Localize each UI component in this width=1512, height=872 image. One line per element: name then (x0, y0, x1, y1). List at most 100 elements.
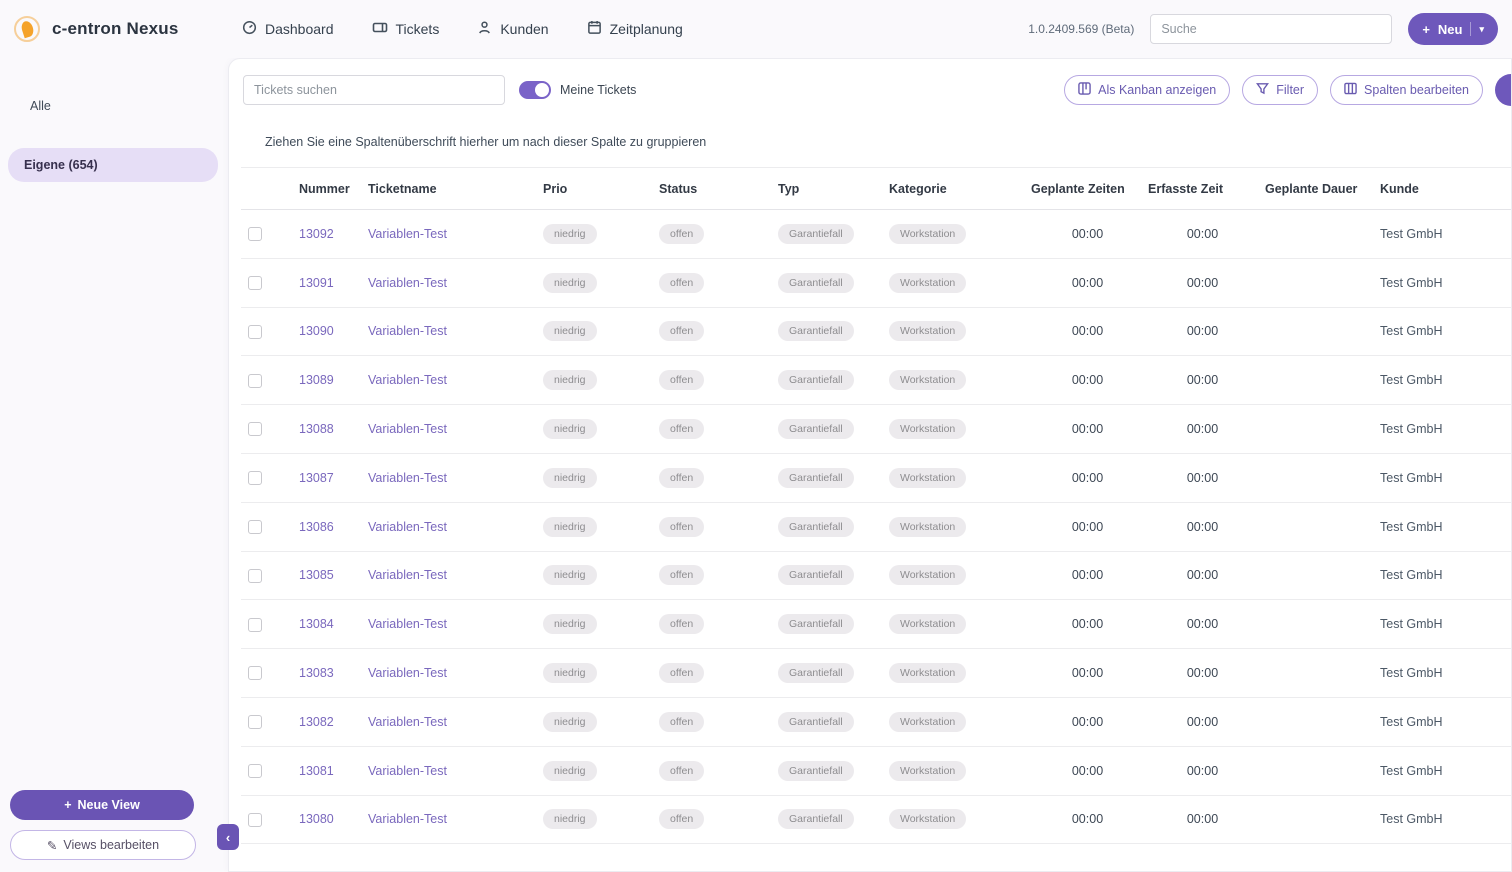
col-geplante-dauer[interactable]: Geplante Dauer (1259, 168, 1374, 210)
row-checkbox[interactable] (248, 569, 262, 583)
checkbox-cell (241, 356, 281, 405)
typ-badge: Garantiefall (778, 517, 854, 537)
row-checkbox[interactable] (248, 618, 262, 632)
checkbox-cell (241, 551, 281, 600)
ticket-number-link[interactable]: 13087 (299, 471, 334, 485)
sidebar-collapse-button[interactable]: ‹ (217, 824, 239, 850)
ticket-name-link[interactable]: Variablen-Test (368, 617, 447, 631)
table-row[interactable]: 13081 Variablen-Test niedrig offen Garan… (241, 746, 1512, 795)
erfasste-zeit-value: 00:00 (1146, 746, 1259, 795)
new-button[interactable]: + Neu ▾ (1408, 13, 1498, 45)
nav-kunden[interactable]: Kunden (477, 20, 548, 38)
ticket-name-link[interactable]: Variablen-Test (368, 324, 447, 338)
new-view-button[interactable]: + Neue View (10, 790, 194, 820)
ticket-number-link[interactable]: 13082 (299, 715, 334, 729)
row-checkbox[interactable] (248, 520, 262, 534)
nav-dashboard[interactable]: Dashboard (242, 20, 334, 38)
col-erfasste-zeit[interactable]: Erfasste Zeit (1146, 168, 1259, 210)
nav-zeitplanung[interactable]: Zeitplanung (587, 20, 683, 38)
ticket-name-link[interactable]: Variablen-Test (368, 666, 447, 680)
edit-views-button[interactable]: ✎ Views bearbeiten (10, 830, 196, 860)
ticket-number-link[interactable]: 13089 (299, 373, 334, 387)
filter-button[interactable]: Filter (1242, 75, 1318, 105)
checkbox-cell (241, 405, 281, 454)
checkbox-cell (241, 307, 281, 356)
ticket-number-link[interactable]: 13088 (299, 422, 334, 436)
prio-badge: niedrig (543, 517, 597, 537)
kategorie-badge: Workstation (889, 565, 966, 585)
col-kategorie[interactable]: Kategorie (887, 168, 1029, 210)
filter-icon (1256, 82, 1269, 98)
global-search-input[interactable] (1150, 14, 1392, 44)
typ-badge: Garantiefall (778, 614, 854, 634)
kanban-label: Als Kanban anzeigen (1098, 83, 1216, 97)
plus-icon: + (64, 798, 71, 812)
row-checkbox[interactable] (248, 374, 262, 388)
ticket-name-link[interactable]: Variablen-Test (368, 276, 447, 290)
col-ticketname[interactable]: Ticketname (366, 168, 541, 210)
kategorie-badge: Workstation (889, 419, 966, 439)
ticket-name-link[interactable]: Variablen-Test (368, 568, 447, 582)
tickets-search-input[interactable] (243, 75, 505, 105)
table-row[interactable]: 13086 Variablen-Test niedrig offen Garan… (241, 502, 1512, 551)
meine-tickets-toggle[interactable] (519, 81, 551, 99)
row-checkbox[interactable] (248, 666, 262, 680)
ticket-number-link[interactable]: 13092 (299, 227, 334, 241)
table-row[interactable]: 13082 Variablen-Test niedrig offen Garan… (241, 697, 1512, 746)
ticket-name-link[interactable]: Variablen-Test (368, 227, 447, 241)
nav-tickets[interactable]: Tickets (372, 20, 440, 38)
ticket-number-link[interactable]: 13084 (299, 617, 334, 631)
col-typ[interactable]: Typ (776, 168, 887, 210)
col-status[interactable]: Status (656, 168, 776, 210)
row-checkbox[interactable] (248, 422, 262, 436)
col-nummer[interactable]: Nummer (281, 168, 366, 210)
ticket-number-link[interactable]: 13091 (299, 276, 334, 290)
ticket-name-link[interactable]: Variablen-Test (368, 520, 447, 534)
ticket-name-link[interactable]: Variablen-Test (368, 715, 447, 729)
ticket-number-link[interactable]: 13081 (299, 764, 334, 778)
table-row[interactable]: 13088 Variablen-Test niedrig offen Garan… (241, 405, 1512, 454)
table-row[interactable]: 13087 Variablen-Test niedrig offen Garan… (241, 453, 1512, 502)
col-kunde[interactable]: Kunde (1374, 168, 1512, 210)
col-geplante-zeiten[interactable]: Geplante Zeiten (1029, 168, 1146, 210)
table-row[interactable]: 13092 Variablen-Test niedrig offen Garan… (241, 210, 1512, 259)
typ-badge: Garantiefall (778, 273, 854, 293)
prio-badge: niedrig (543, 565, 597, 585)
ticket-name-link[interactable]: Variablen-Test (368, 422, 447, 436)
table-row[interactable]: 13085 Variablen-Test niedrig offen Garan… (241, 551, 1512, 600)
col-prio[interactable]: Prio (541, 168, 656, 210)
geplante-zeiten-value: 00:00 (1029, 746, 1146, 795)
edit-columns-button[interactable]: Spalten bearbeiten (1330, 75, 1483, 105)
sidebar-item-alle[interactable]: Alle (14, 90, 214, 122)
ticket-name-link[interactable]: Variablen-Test (368, 373, 447, 387)
row-checkbox[interactable] (248, 471, 262, 485)
sidebar-item-eigene[interactable]: Eigene (654) (8, 148, 218, 182)
edit-views-label: Views bearbeiten (63, 838, 159, 852)
ticket-name-link[interactable]: Variablen-Test (368, 471, 447, 485)
row-checkbox[interactable] (248, 715, 262, 729)
ticket-name-link[interactable]: Variablen-Test (368, 764, 447, 778)
row-checkbox[interactable] (248, 325, 262, 339)
ticket-number-link[interactable]: 13080 (299, 812, 334, 826)
button-divider (1470, 22, 1471, 36)
table-row[interactable]: 13090 Variablen-Test niedrig offen Garan… (241, 307, 1512, 356)
ticket-number-link[interactable]: 13085 (299, 568, 334, 582)
ticket-number-link[interactable]: 13086 (299, 520, 334, 534)
row-checkbox[interactable] (248, 764, 262, 778)
erfasste-zeit-value: 00:00 (1146, 551, 1259, 600)
table-row[interactable]: 13080 Variablen-Test niedrig offen Garan… (241, 795, 1512, 844)
table-row[interactable]: 13091 Variablen-Test niedrig offen Garan… (241, 258, 1512, 307)
table-row[interactable]: 13089 Variablen-Test niedrig offen Garan… (241, 356, 1512, 405)
table-row[interactable]: 13083 Variablen-Test niedrig offen Garan… (241, 649, 1512, 698)
table-row[interactable]: 13084 Variablen-Test niedrig offen Garan… (241, 600, 1512, 649)
row-checkbox[interactable] (248, 227, 262, 241)
ticket-number-link[interactable]: 13090 (299, 324, 334, 338)
row-checkbox[interactable] (248, 813, 262, 827)
kanban-view-button[interactable]: Als Kanban anzeigen (1064, 75, 1230, 105)
checkbox-cell (241, 502, 281, 551)
ticket-name-link[interactable]: Variablen-Test (368, 812, 447, 826)
prio-badge: niedrig (543, 712, 597, 732)
ticket-number-link[interactable]: 13083 (299, 666, 334, 680)
geplante-dauer-value (1259, 600, 1374, 649)
row-checkbox[interactable] (248, 276, 262, 290)
